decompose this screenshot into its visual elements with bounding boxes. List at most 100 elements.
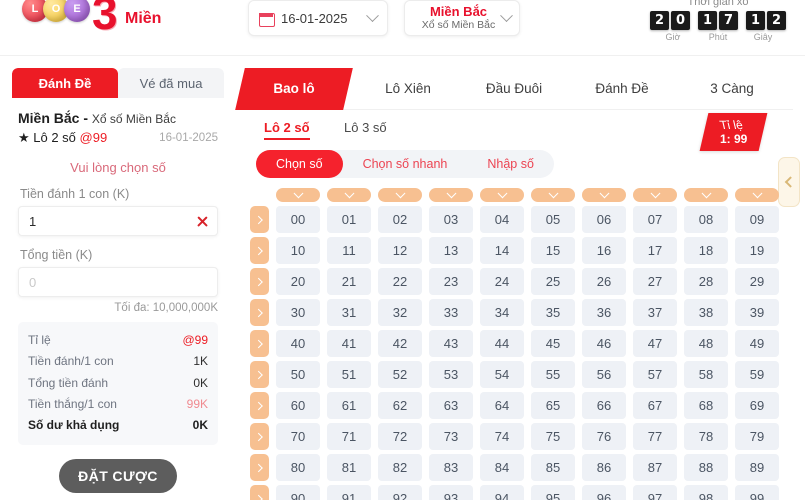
grid-column-header-6[interactable] <box>582 187 626 202</box>
number-cell[interactable]: 27 <box>633 268 677 295</box>
number-cell[interactable]: 16 <box>582 237 626 264</box>
number-cell[interactable]: 19 <box>735 237 779 264</box>
number-cell[interactable]: 78 <box>684 423 728 450</box>
grid-column-header-2[interactable] <box>378 187 422 202</box>
number-cell[interactable]: 54 <box>480 361 524 388</box>
tab-danh-de[interactable]: Đánh Đề <box>12 68 118 98</box>
number-cell[interactable]: 09 <box>735 206 779 233</box>
number-cell[interactable]: 72 <box>378 423 422 450</box>
number-cell[interactable]: 41 <box>327 330 371 357</box>
number-cell[interactable]: 73 <box>429 423 473 450</box>
number-cell[interactable]: 94 <box>480 485 524 500</box>
number-cell[interactable]: 33 <box>429 299 473 326</box>
amount-field-wrap[interactable] <box>18 206 218 236</box>
number-cell[interactable]: 36 <box>582 299 626 326</box>
number-cell[interactable]: 39 <box>735 299 779 326</box>
number-cell[interactable]: 44 <box>480 330 524 357</box>
number-cell[interactable]: 86 <box>582 454 626 481</box>
number-cell[interactable]: 10 <box>276 237 320 264</box>
number-cell[interactable]: 82 <box>378 454 422 481</box>
number-cell[interactable]: 63 <box>429 392 473 419</box>
grid-row-header-8[interactable] <box>250 454 269 481</box>
number-cell[interactable]: 61 <box>327 392 371 419</box>
number-cell[interactable]: 17 <box>633 237 677 264</box>
number-cell[interactable]: 84 <box>480 454 524 481</box>
grid-row-header-7[interactable] <box>250 423 269 450</box>
number-cell[interactable]: 08 <box>684 206 728 233</box>
number-cell[interactable]: 28 <box>684 268 728 295</box>
total-input[interactable] <box>29 274 207 290</box>
number-cell[interactable]: 55 <box>531 361 575 388</box>
number-cell[interactable]: 46 <box>582 330 626 357</box>
number-cell[interactable]: 42 <box>378 330 422 357</box>
grid-row-header-4[interactable] <box>250 330 269 357</box>
site-logo[interactable]: L O E 3 Miền <box>22 0 172 46</box>
number-cell[interactable]: 95 <box>531 485 575 500</box>
place-bet-button[interactable]: ĐẶT CƯỢC <box>59 458 177 493</box>
grid-row-header-5[interactable] <box>250 361 269 388</box>
number-cell[interactable]: 21 <box>327 268 371 295</box>
number-cell[interactable]: 11 <box>327 237 371 264</box>
number-cell[interactable]: 70 <box>276 423 320 450</box>
number-cell[interactable]: 98 <box>684 485 728 500</box>
tab-danh-de[interactable]: Đánh Đề <box>570 68 674 110</box>
number-cell[interactable]: 74 <box>480 423 524 450</box>
number-cell[interactable]: 32 <box>378 299 422 326</box>
number-cell[interactable]: 56 <box>582 361 626 388</box>
grid-row-header-0[interactable] <box>250 206 269 233</box>
number-cell[interactable]: 03 <box>429 206 473 233</box>
number-cell[interactable]: 58 <box>684 361 728 388</box>
region-picker[interactable]: Miền Bắc Xổ số Miền Bắc <box>404 0 520 36</box>
number-cell[interactable]: 79 <box>735 423 779 450</box>
number-cell[interactable]: 87 <box>633 454 677 481</box>
grid-row-header-2[interactable] <box>250 268 269 295</box>
grid-row-header-1[interactable] <box>250 237 269 264</box>
number-cell[interactable]: 93 <box>429 485 473 500</box>
number-cell[interactable]: 25 <box>531 268 575 295</box>
number-cell[interactable]: 40 <box>276 330 320 357</box>
number-cell[interactable]: 35 <box>531 299 575 326</box>
number-cell[interactable]: 37 <box>633 299 677 326</box>
number-cell[interactable]: 96 <box>582 485 626 500</box>
number-cell[interactable]: 64 <box>480 392 524 419</box>
number-cell[interactable]: 15 <box>531 237 575 264</box>
number-cell[interactable]: 52 <box>378 361 422 388</box>
grid-column-header-0[interactable] <box>276 187 320 202</box>
number-cell[interactable]: 71 <box>327 423 371 450</box>
number-cell[interactable]: 49 <box>735 330 779 357</box>
number-cell[interactable]: 29 <box>735 268 779 295</box>
clear-x-icon[interactable] <box>196 215 209 228</box>
grid-column-header-7[interactable] <box>633 187 677 202</box>
number-cell[interactable]: 07 <box>633 206 677 233</box>
number-cell[interactable]: 68 <box>684 392 728 419</box>
mode-chon-so-nhanh[interactable]: Chọn số nhanh <box>343 150 468 178</box>
tab-ve-da-mua[interactable]: Vé đã mua <box>118 68 224 98</box>
number-cell[interactable]: 34 <box>480 299 524 326</box>
number-cell[interactable]: 60 <box>276 392 320 419</box>
number-cell[interactable]: 92 <box>378 485 422 500</box>
number-cell[interactable]: 83 <box>429 454 473 481</box>
grid-column-header-1[interactable] <box>327 187 371 202</box>
number-cell[interactable]: 31 <box>327 299 371 326</box>
number-cell[interactable]: 75 <box>531 423 575 450</box>
grid-row-header-9[interactable] <box>250 485 269 500</box>
number-cell[interactable]: 26 <box>582 268 626 295</box>
tab-bao-lo[interactable]: Bao lô <box>235 68 353 110</box>
number-cell[interactable]: 57 <box>633 361 677 388</box>
amount-input[interactable] <box>29 213 189 229</box>
number-cell[interactable]: 89 <box>735 454 779 481</box>
date-picker[interactable]: 16-01-2025 <box>248 0 388 36</box>
number-cell[interactable]: 85 <box>531 454 575 481</box>
number-cell[interactable]: 90 <box>276 485 320 500</box>
number-cell[interactable]: 01 <box>327 206 371 233</box>
number-cell[interactable]: 47 <box>633 330 677 357</box>
grid-column-header-5[interactable] <box>531 187 575 202</box>
number-cell[interactable]: 97 <box>633 485 677 500</box>
subtab-lo-3-so[interactable]: Lô 3 số <box>344 120 387 135</box>
tab-dau-duoi[interactable]: Đầu Đuôi <box>462 68 566 110</box>
number-cell[interactable]: 38 <box>684 299 728 326</box>
mode-chon-so[interactable]: Chọn số <box>256 150 343 178</box>
number-cell[interactable]: 45 <box>531 330 575 357</box>
number-cell[interactable]: 23 <box>429 268 473 295</box>
tab-3-cang[interactable]: 3 Càng <box>680 68 784 110</box>
